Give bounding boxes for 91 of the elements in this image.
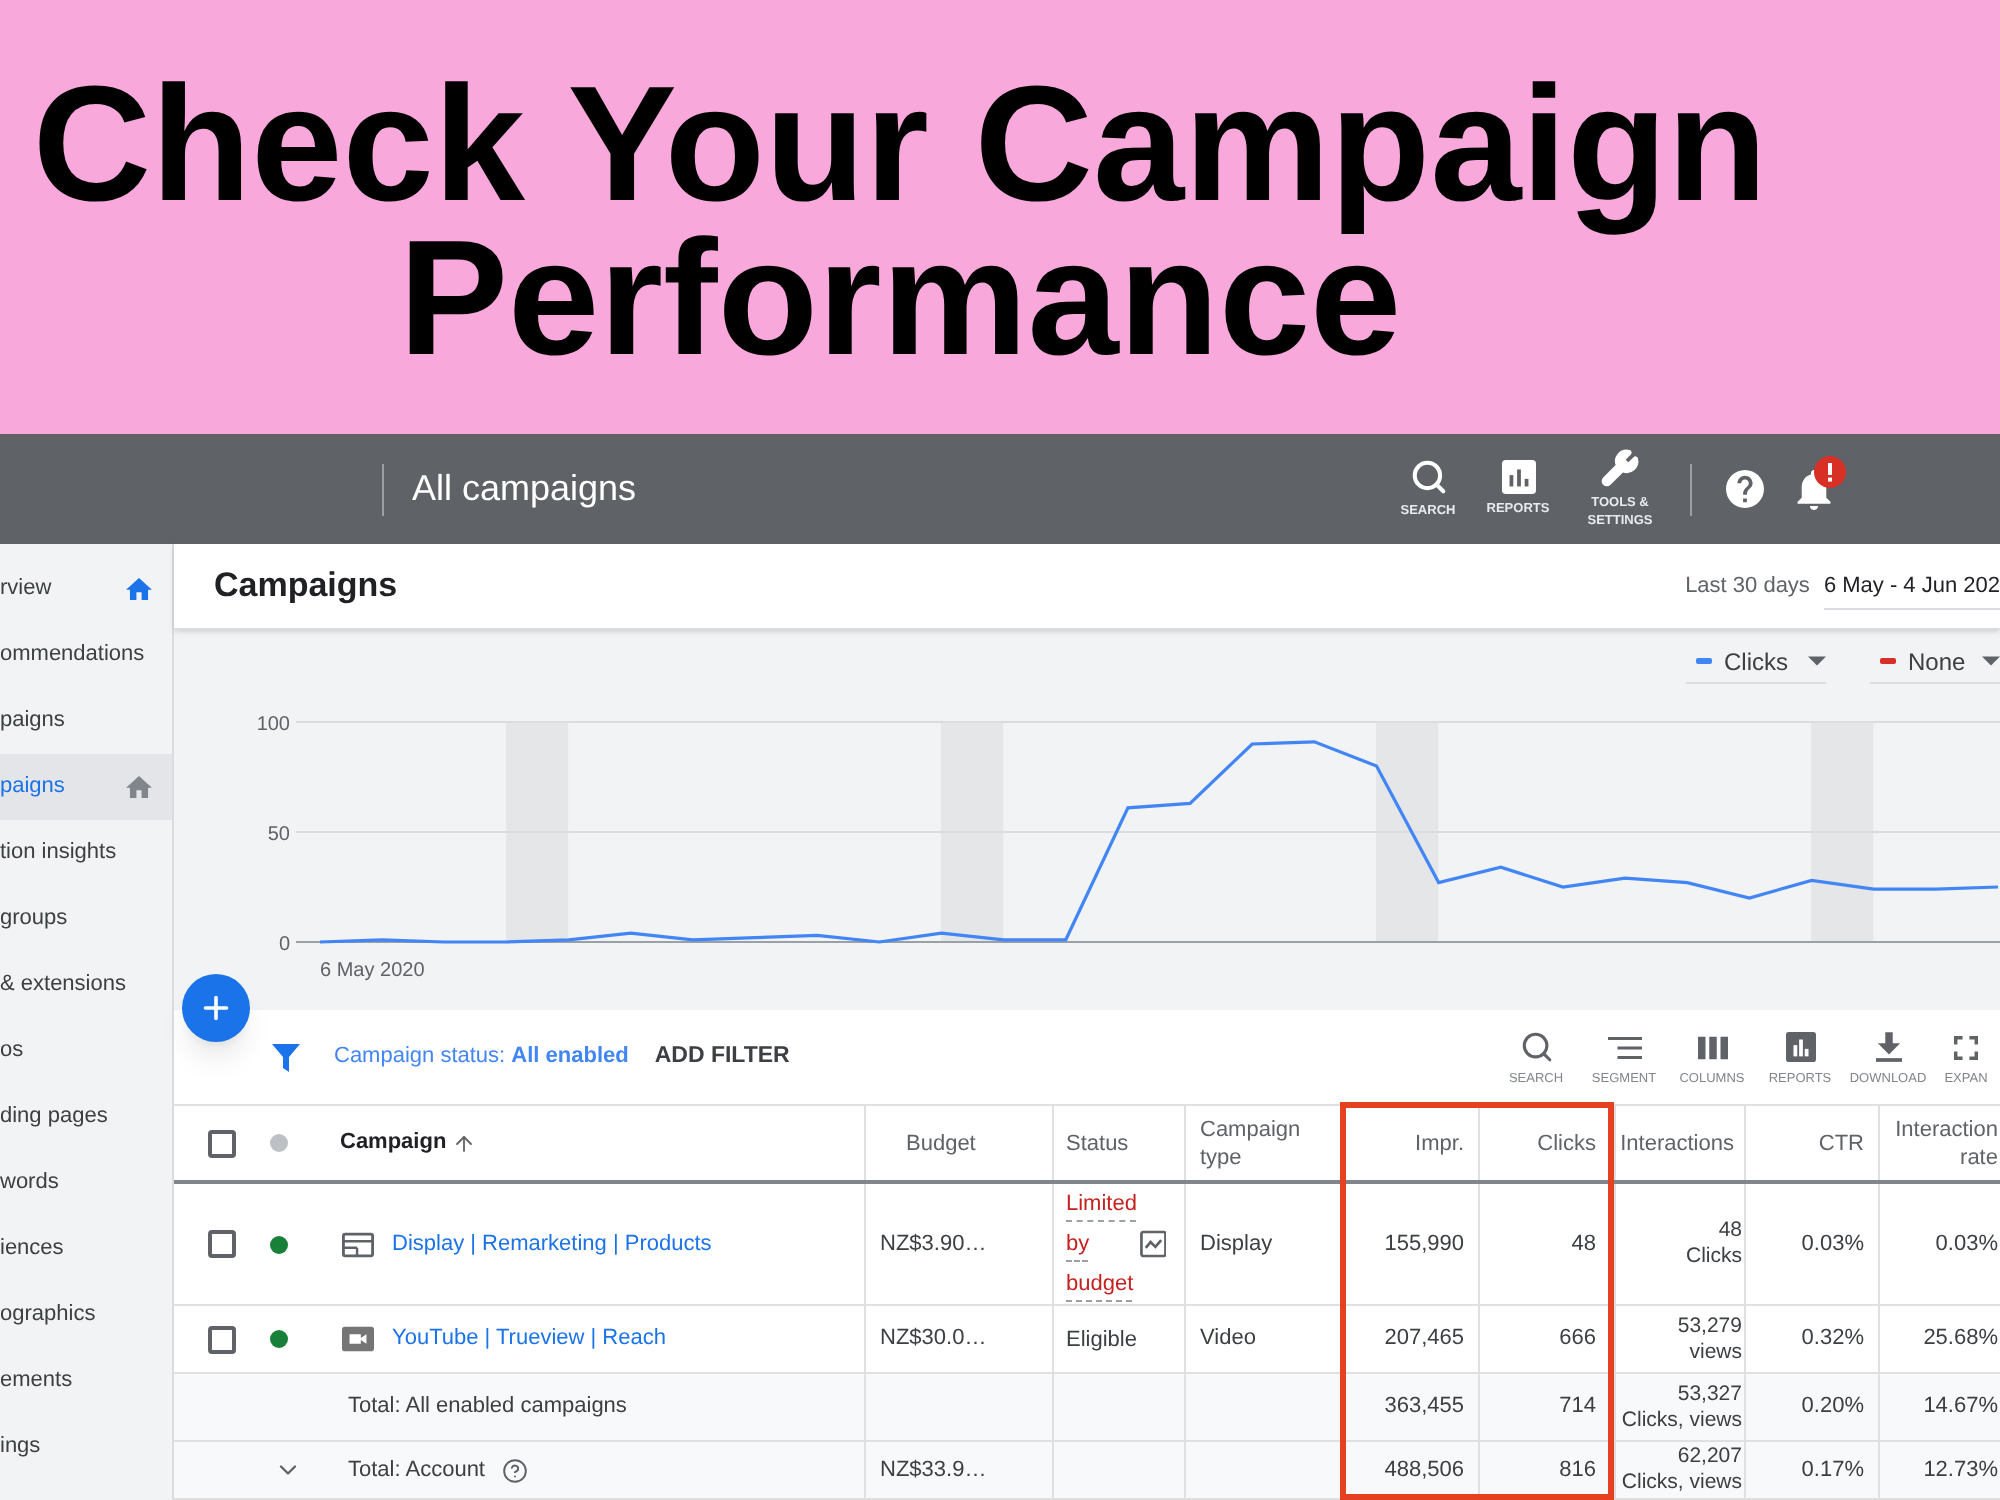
sidebar-item[interactable]: rview (0, 556, 172, 622)
fullscreen-icon (1954, 1035, 1978, 1059)
column-header[interactable]: Status (1054, 1106, 1186, 1180)
table-cell: Display (1186, 1184, 1342, 1304)
table-cell: 48 Clicks (1616, 1184, 1746, 1304)
metric-dropdown[interactable]: None (1870, 640, 2000, 684)
sidebar-item[interactable]: words (0, 1150, 172, 1216)
search-icon (1409, 458, 1447, 496)
sidebar-item[interactable]: ographics (0, 1282, 172, 1348)
filter-chip[interactable]: Campaign status: All enabled (334, 1040, 629, 1074)
column-header[interactable]: Clicks (1480, 1106, 1616, 1180)
columns-icon (1697, 1035, 1727, 1059)
sidebar-item[interactable]: paigns (0, 688, 172, 754)
table-cell: 53,279 views (1616, 1306, 1746, 1372)
checkbox[interactable] (208, 1325, 236, 1353)
sidebar-item[interactable]: os (0, 1018, 172, 1084)
table-cell: 155,990 (1342, 1184, 1480, 1304)
table-cell: 714 (1480, 1374, 1616, 1440)
campaign-link[interactable]: Display | Remarketing | Products (392, 1227, 712, 1261)
caret-icon (1808, 656, 1826, 666)
table-cell: 816 (1480, 1442, 1616, 1498)
sidebar-item[interactable]: tion insights (0, 820, 172, 886)
plus-icon (198, 990, 234, 1026)
line-chart-icon[interactable] (1139, 1230, 1166, 1258)
table-cell-text: 0.03% (1933, 1229, 2000, 1260)
table-cell: 0.20% (1746, 1374, 1880, 1440)
sidebar-item[interactable]: iences (0, 1216, 172, 1282)
campaign-link[interactable]: YouTube | Trueview | Reach (392, 1322, 666, 1356)
checkbox[interactable] (208, 1230, 236, 1258)
home-icon[interactable] (126, 776, 152, 798)
lines-icon (1607, 1035, 1641, 1059)
table-cell: 0.03% (1746, 1184, 1880, 1304)
caret-icon (1982, 656, 2000, 666)
video-camera-icon (342, 1326, 374, 1352)
sort-arrow-icon[interactable] (452, 1131, 477, 1155)
sidebar-item[interactable]: paigns (0, 754, 172, 820)
table-cell: 666 (1480, 1306, 1616, 1372)
table-cell: NZ$33.9… (866, 1442, 1054, 1498)
sidebar-item[interactable]: & extensions (0, 952, 172, 1018)
page-title: Campaigns (214, 564, 398, 609)
home-icon[interactable] (126, 578, 152, 600)
filter-icon[interactable] (272, 1043, 300, 1071)
help-icon[interactable] (501, 1457, 527, 1483)
metric-dropdown[interactable]: Clicks (1686, 640, 1826, 684)
table-cell: NZ$3.90… (866, 1184, 1054, 1304)
add-filter-button[interactable]: ADD FILTER (654, 1039, 790, 1075)
download-icon (1875, 1032, 1901, 1062)
x-axis-label: 6 May 2020 (320, 960, 425, 982)
table-cell-text: 14.67% (1921, 1392, 2000, 1423)
checkbox[interactable] (208, 1129, 236, 1157)
y-axis-label: 50 (267, 824, 290, 846)
date-range-label: Last 30 days (1685, 571, 1810, 602)
sidebar-item[interactable]: ings (0, 1414, 172, 1480)
table-cell-text: 12.73% (1921, 1455, 2000, 1486)
table-cell: 0.17% (1746, 1442, 1880, 1498)
page-heading: All campaigns (412, 466, 637, 512)
column-header[interactable]: CTR (1746, 1106, 1880, 1180)
table-cell: 62,207 Clicks, views (1616, 1442, 1746, 1498)
table-cell: 207,465 (1342, 1306, 1480, 1372)
bar-chart-icon (1785, 1032, 1815, 1062)
table-cell: 0.32% (1746, 1306, 1880, 1372)
status-text: Eligible (1066, 1325, 1137, 1355)
table-cell: 48 (1480, 1184, 1616, 1304)
table-cell: NZ$30.0… (866, 1306, 1054, 1372)
table-cell: 488,506 (1342, 1442, 1480, 1498)
sidebar-item[interactable]: ements (0, 1348, 172, 1414)
total-label: Total: All enabled campaigns (348, 1392, 627, 1423)
sidebar-item[interactable]: ding pages (0, 1084, 172, 1150)
y-axis-label: 0 (278, 934, 290, 956)
table-cell-text: 25.68% (1921, 1324, 2000, 1355)
column-header[interactable]: Campaign (340, 1126, 447, 1160)
help-icon[interactable] (1726, 470, 1764, 508)
date-range-picker[interactable]: 6 May - 4 Jun 202 (1823, 569, 2000, 611)
bar-chart-icon (1501, 460, 1535, 494)
sidebar-item[interactable]: groups (0, 886, 172, 952)
column-header[interactable]: Campaign type (1186, 1106, 1342, 1180)
search-icon (1519, 1030, 1553, 1064)
sidebar-item[interactable]: ommendations (0, 622, 172, 688)
total-label: Total: Account (348, 1455, 485, 1486)
table-cell: Video (1186, 1306, 1342, 1372)
table-cell: 363,455 (1342, 1374, 1480, 1440)
layout-icon (342, 1231, 374, 1257)
column-header[interactable]: Interactions (1616, 1106, 1746, 1180)
column-header[interactable]: Interaction rate (1880, 1106, 2000, 1180)
headline: Check Your Campaign Performance (30, 68, 1770, 376)
wrench-icon (1600, 448, 1640, 488)
column-header[interactable]: Budget (866, 1106, 1054, 1180)
status-text[interactable]: Limited by budget (1066, 1184, 1140, 1304)
table-cell: 53,327 Clicks, views (1616, 1374, 1746, 1440)
y-axis-label: 100 (256, 714, 290, 736)
column-header[interactable]: Impr. (1342, 1106, 1480, 1180)
